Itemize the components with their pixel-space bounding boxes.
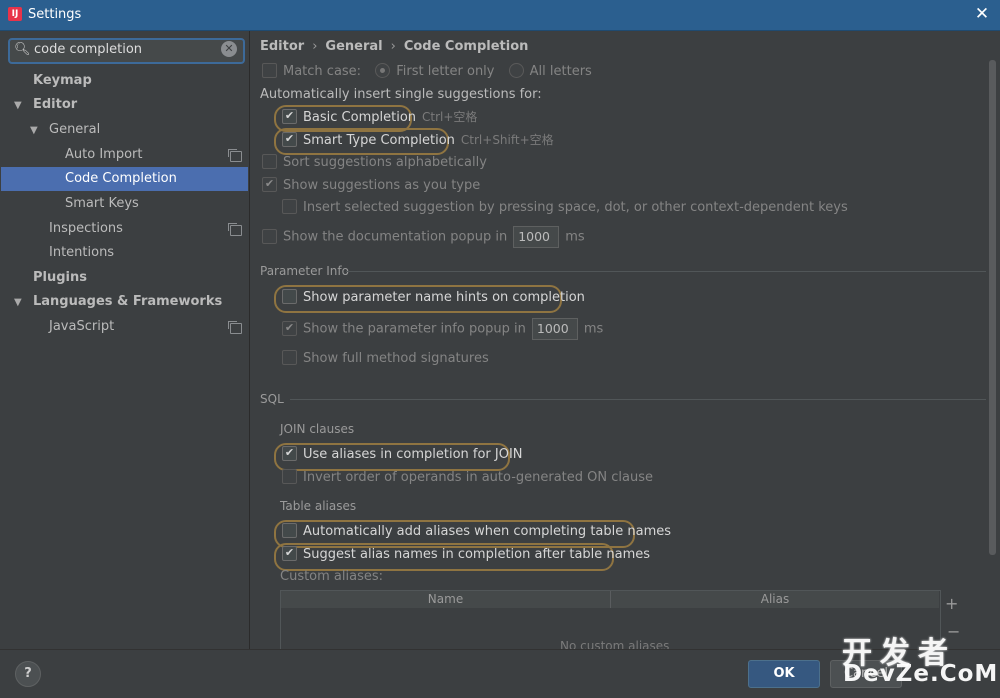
expand-arrow-icon[interactable]: ▼ [14, 291, 28, 315]
section-sql: SQL [260, 392, 284, 406]
search-input-value[interactable]: code completion [34, 42, 142, 57]
sidebar-item-intentions[interactable]: Intentions [49, 241, 114, 265]
custom-aliases-label: Custom aliases: [280, 569, 384, 584]
param-name-hints-row[interactable]: Show parameter name hints on completion [282, 288, 585, 308]
table-aliases-label: Table aliases [280, 499, 357, 513]
section-divider [346, 271, 986, 272]
add-alias-icon[interactable]: + [945, 594, 958, 613]
full-signatures-row[interactable]: Show full method signatures [282, 349, 489, 369]
param-info-delay-input[interactable]: 1000 [531, 318, 578, 340]
auto-insert-label: Automatically insert single suggestions … [260, 87, 542, 102]
all-letters-radio[interactable] [508, 63, 524, 78]
column-header-alias[interactable]: Alias [611, 591, 939, 608]
join-aliases-checkbox[interactable]: ✔ [282, 446, 297, 461]
expand-arrow-icon[interactable]: ▼ [30, 119, 44, 143]
doc-popup-row[interactable]: Show the documentation popup in 1000 ms [262, 226, 585, 248]
sidebar-item-inspections[interactable]: Inspections [49, 217, 123, 241]
project-scope-icon [228, 321, 242, 334]
match-case-row[interactable]: Match case: First letter only All letter… [262, 62, 592, 82]
insert-selected-checkbox[interactable] [282, 199, 297, 214]
param-info-popup-checkbox[interactable]: ✔ [282, 320, 297, 336]
section-parameter-info: Parameter Info [260, 264, 349, 278]
breadcrumb-item: Code Completion [403, 39, 529, 54]
smart-type-completion-row[interactable]: ✔ Smart Type Completion Ctrl+Shift+空格 [282, 130, 554, 150]
column-header-name[interactable]: Name [281, 591, 611, 608]
breadcrumb-separator-icon: › [390, 39, 396, 54]
sidebar-item-auto-import[interactable]: Auto Import [65, 143, 142, 167]
sidebar-item-code-completion[interactable]: Code Completion [1, 167, 248, 191]
param-name-hints-checkbox[interactable] [282, 289, 297, 304]
sidebar-item-smart-keys[interactable]: Smart Keys [65, 192, 139, 216]
ok-button[interactable]: OK [748, 660, 820, 688]
search-icon: 🔍︎ [14, 42, 31, 57]
basic-completion-row[interactable]: ✔ Basic Completion Ctrl+空格 [282, 107, 477, 127]
breadcrumb-item[interactable]: Editor [260, 39, 304, 54]
suggest-alias-checkbox[interactable]: ✔ [282, 546, 297, 561]
clear-search-icon[interactable]: ✕ [221, 41, 237, 57]
breadcrumb: Editor › General › Code Completion [260, 39, 528, 54]
basic-completion-checkbox[interactable]: ✔ [282, 109, 297, 124]
watermark-logo-text: DevZe.CoM [843, 661, 999, 687]
vertical-scrollbar[interactable] [989, 60, 996, 555]
help-button[interactable]: ? [15, 661, 41, 687]
sort-alphabetically-row[interactable]: Sort suggestions alphabetically [262, 153, 487, 173]
suggest-alias-row[interactable]: ✔ Suggest alias names in completion after… [282, 545, 650, 565]
show-as-you-type-row[interactable]: ✔ Show suggestions as you type [262, 176, 480, 196]
section-divider [290, 399, 986, 400]
insert-selected-row[interactable]: Insert selected suggestion by pressing s… [282, 198, 848, 218]
param-info-popup-row[interactable]: ✔ Show the parameter info popup in 1000 ms [282, 318, 603, 340]
invert-order-checkbox[interactable] [282, 469, 297, 484]
join-clauses-label: JOIN clauses [280, 422, 355, 436]
sidebar-item-keymap[interactable]: Keymap [33, 69, 92, 93]
doc-popup-delay-input[interactable]: 1000 [513, 226, 560, 248]
sidebar-item-editor[interactable]: ▼ Editor [14, 93, 77, 117]
match-case-checkbox[interactable] [262, 63, 277, 78]
show-as-you-type-checkbox[interactable]: ✔ [262, 177, 277, 192]
breadcrumb-separator-icon: › [312, 39, 318, 54]
auto-add-aliases-checkbox[interactable] [282, 523, 297, 538]
sidebar-item-languages-frameworks[interactable]: ▼ Languages & Frameworks [14, 290, 222, 314]
app-icon: IJ [8, 7, 22, 21]
breadcrumb-item[interactable]: General [325, 39, 382, 54]
invert-order-row[interactable]: Invert order of operands in auto-generat… [282, 468, 653, 488]
title-bar [0, 0, 1000, 31]
project-scope-icon [228, 149, 242, 162]
first-letter-radio[interactable] [375, 63, 391, 78]
sort-alphabetically-checkbox[interactable] [262, 154, 277, 169]
close-icon[interactable]: ✕ [972, 4, 992, 24]
smart-type-completion-checkbox[interactable]: ✔ [282, 132, 297, 147]
auto-add-aliases-row[interactable]: Automatically add aliases when completin… [282, 522, 671, 542]
project-scope-icon [228, 223, 242, 236]
doc-popup-checkbox[interactable] [262, 228, 277, 244]
window-title: Settings [28, 7, 82, 22]
full-signatures-checkbox[interactable] [282, 350, 297, 365]
expand-arrow-icon[interactable]: ▼ [14, 94, 28, 118]
sidebar-item-javascript[interactable]: JavaScript [49, 315, 114, 339]
sidebar-item-plugins[interactable]: Plugins [33, 266, 87, 290]
sidebar-item-general[interactable]: ▼ General [30, 118, 100, 142]
join-aliases-row[interactable]: ✔ Use aliases in completion for JOIN [282, 445, 523, 465]
